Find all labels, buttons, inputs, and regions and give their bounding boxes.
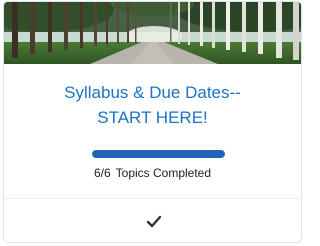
progress-bar-fill [92, 150, 225, 158]
progress-label: Topics Completed [115, 166, 212, 180]
module-title-line-2[interactable]: START HERE! [4, 105, 301, 130]
module-title-line-1[interactable]: Syllabus & Due Dates-- [4, 80, 301, 105]
banner-image [4, 2, 301, 64]
divider [4, 198, 301, 199]
checkmark-icon [146, 215, 162, 229]
progress-bar [92, 150, 225, 158]
progress-summary: 6/6 Topics Completed [4, 166, 301, 180]
course-module-card[interactable]: Syllabus & Due Dates-- START HERE! 6/6 To… [3, 1, 302, 243]
progress-count: 6/6 [93, 166, 111, 180]
module-title[interactable]: Syllabus & Due Dates-- START HERE! [4, 80, 301, 130]
